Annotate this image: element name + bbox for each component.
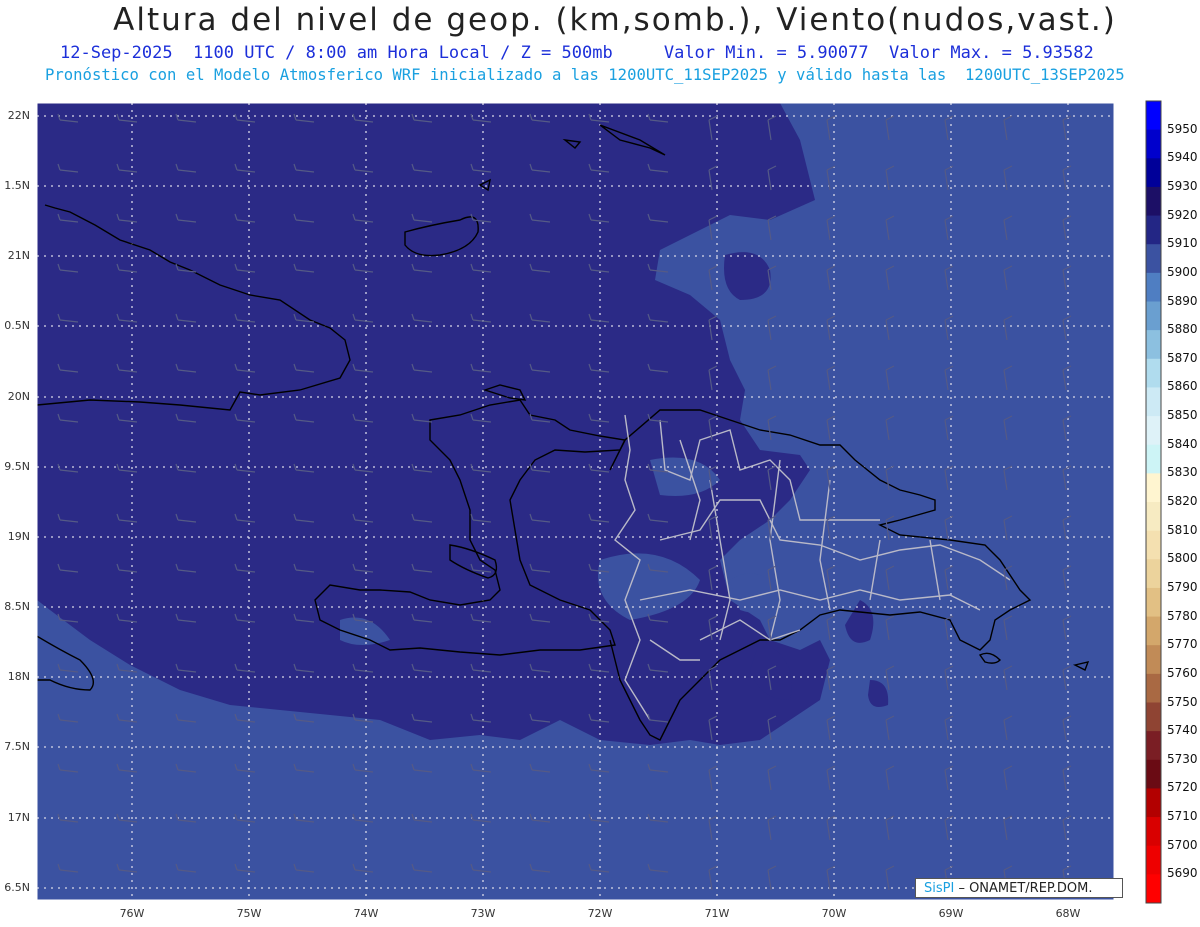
- lon-label: 74W: [353, 907, 379, 920]
- colorbar-label: 5720: [1167, 780, 1198, 795]
- colorbar-label: 5890: [1167, 293, 1198, 308]
- colorbar-label: 5900: [1167, 264, 1198, 279]
- colorbar-swatch: [1146, 645, 1161, 675]
- lon-label: 69W: [938, 907, 964, 920]
- lat-label: 1.5N: [4, 179, 30, 192]
- lon-label: 71W: [704, 907, 730, 920]
- colorbar-swatch: [1146, 788, 1161, 818]
- colorbar-label: 5950: [1167, 121, 1198, 136]
- colorbar-label: 5850: [1167, 408, 1198, 423]
- colorbar-swatch: [1146, 817, 1161, 847]
- colorbar-label: 5730: [1167, 751, 1198, 766]
- colorbar-label: 5790: [1167, 579, 1198, 594]
- colorbar-swatch: [1146, 158, 1161, 188]
- colorbar-swatch: [1146, 673, 1161, 703]
- lat-label: 21N: [7, 249, 30, 262]
- colorbar-label: 5750: [1167, 694, 1198, 709]
- colorbar-swatch: [1146, 616, 1161, 646]
- colorbar-label: 5860: [1167, 379, 1198, 394]
- lat-label: 18N: [7, 670, 30, 683]
- colorbar-label: 5770: [1167, 637, 1198, 652]
- colorbar-label: 5840: [1167, 436, 1198, 451]
- colorbar-label: 5920: [1167, 207, 1198, 222]
- colorbar-swatch: [1146, 129, 1161, 159]
- colorbar-swatch: [1146, 587, 1161, 618]
- colorbar-label: 5780: [1167, 608, 1198, 623]
- colorbar-swatch: [1146, 530, 1161, 560]
- colorbar-label: 5910: [1167, 236, 1198, 251]
- lon-label: 75W: [236, 907, 262, 920]
- credit-box: SisPI – ONAMET/REP.DOM.: [915, 878, 1123, 898]
- colorbar-label: 5940: [1167, 150, 1198, 165]
- colorbar-swatch: [1146, 244, 1161, 274]
- colorbar-swatch: [1146, 502, 1161, 532]
- colorbar-label: 5710: [1167, 809, 1198, 824]
- colorbar-label: 5870: [1167, 350, 1198, 365]
- colorbar-label: 5700: [1167, 837, 1198, 852]
- lat-label: 7.5N: [4, 740, 30, 753]
- colorbar-swatch: [1146, 731, 1161, 761]
- credit-text: – ONAMET/REP.DOM.: [954, 881, 1093, 896]
- colorbar-label: 5760: [1167, 665, 1198, 680]
- colorbar-swatch: [1146, 330, 1161, 360]
- lat-label: 0.5N: [4, 319, 30, 332]
- lat-label: 19N: [7, 530, 30, 543]
- colorbar-swatch: [1146, 186, 1161, 217]
- colorbar-label: 5930: [1167, 178, 1198, 193]
- colorbar-swatch: [1146, 845, 1161, 875]
- colorbar-swatch: [1146, 272, 1161, 302]
- colorbar-swatch: [1146, 387, 1161, 417]
- colorbar-label: 5690: [1167, 866, 1198, 881]
- colorbar-swatch: [1146, 301, 1161, 331]
- colorbar-swatch: [1146, 358, 1161, 388]
- lat-label: 9.5N: [4, 460, 30, 473]
- colorbar-label: 5800: [1167, 551, 1198, 566]
- colorbar-label: 5810: [1167, 522, 1198, 537]
- colorbar-swatch: [1146, 874, 1161, 904]
- colorbar-swatch: [1146, 559, 1161, 589]
- colorbar-label: 5830: [1167, 465, 1198, 480]
- colorbar-label: 5740: [1167, 723, 1198, 738]
- colorbar-swatch: [1146, 215, 1161, 245]
- credit-brand: SisPI: [924, 881, 955, 896]
- lon-label: 70W: [821, 907, 847, 920]
- lat-label: 22N: [7, 109, 30, 122]
- lon-label: 76W: [119, 907, 145, 920]
- lon-label: 68W: [1055, 907, 1081, 920]
- lat-label: 6.5N: [4, 881, 30, 894]
- lat-label: 8.5N: [4, 600, 30, 613]
- colorbar: [1145, 100, 1162, 904]
- colorbar-swatch: [1146, 473, 1161, 503]
- colorbar-swatch: [1146, 101, 1161, 131]
- lon-label: 72W: [587, 907, 613, 920]
- colorbar-swatch: [1146, 444, 1161, 474]
- lat-label: 20N: [7, 390, 30, 403]
- colorbar-swatch: [1146, 416, 1161, 446]
- colorbar-swatch: [1146, 702, 1161, 732]
- colorbar-label: 5880: [1167, 322, 1198, 337]
- colorbar-label: 5820: [1167, 494, 1198, 508]
- colorbar-swatch: [1146, 759, 1161, 789]
- map-canvas: [36, 100, 1162, 904]
- lat-label: 17N: [7, 811, 30, 824]
- lon-label: 73W: [470, 907, 496, 920]
